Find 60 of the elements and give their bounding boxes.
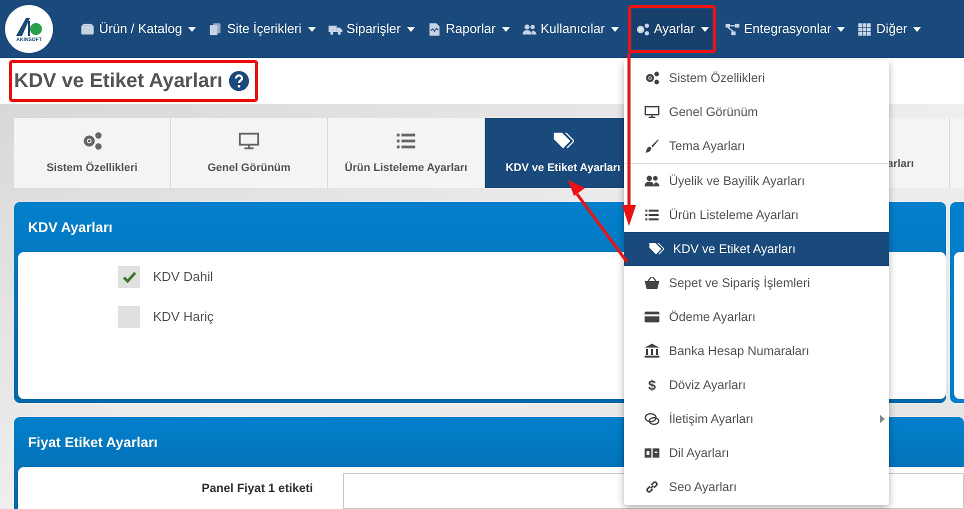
brush-icon xyxy=(644,138,660,154)
caret-icon xyxy=(188,26,196,32)
page-title: KDV ve Etiket Ayarları xyxy=(14,69,223,94)
caret-icon xyxy=(308,26,316,32)
panel-title: KDV Ayarları xyxy=(28,218,113,237)
menu-item[interactable]: Dil Ayarları xyxy=(624,436,889,470)
logo-mark-icon xyxy=(14,16,44,38)
nav-menu-item[interactable]: Kullanıcılar xyxy=(518,9,622,49)
panel-title: Fiyat Etiket Ayarları xyxy=(28,432,158,452)
checkbox[interactable] xyxy=(118,266,140,288)
menu-item[interactable]: KDV ve Etiket Ayarları xyxy=(624,232,889,266)
menu-item[interactable]: Ürün Listeleme Ayarları xyxy=(624,198,889,232)
option-label: KDV Dahil xyxy=(153,268,213,286)
nav-menu-item[interactable]: Ayarlar xyxy=(632,9,712,49)
field-label: Panel Fiyat 1 etiketi xyxy=(200,480,313,497)
users-icon xyxy=(644,173,660,189)
network-icon xyxy=(724,22,740,36)
documents-icon xyxy=(208,22,224,36)
caret-icon xyxy=(700,26,709,32)
menu-item[interactable]: İletişim Ayarları xyxy=(624,402,889,436)
bank-icon xyxy=(644,343,660,359)
option-label: KDV Hariç xyxy=(153,308,214,326)
settings-tab[interactable]: Sistem Özellikleri xyxy=(14,118,171,188)
checkbox[interactable] xyxy=(118,306,140,328)
menu-item[interactable]: Banka Hesap Numaraları xyxy=(624,334,889,368)
nav-menu-item[interactable]: Entegrasyonlar xyxy=(722,9,848,49)
link-icon xyxy=(644,479,660,495)
check-icon xyxy=(122,270,136,284)
report-icon xyxy=(426,22,442,36)
nav-menu-item[interactable]: Raporlar xyxy=(424,9,513,49)
box-icon xyxy=(80,22,95,36)
caret-icon xyxy=(406,26,415,32)
caret-icon xyxy=(837,26,846,32)
nav-menu-item[interactable]: Site İçerikleri xyxy=(205,9,319,49)
card-icon xyxy=(644,309,660,325)
nav-menu-item[interactable]: Ürün / Katalog xyxy=(77,9,200,49)
users-icon xyxy=(522,22,537,36)
menu-item[interactable]: Ödeme Ayarları xyxy=(624,300,889,334)
gears-icon xyxy=(634,22,650,36)
menu-item[interactable]: Sepet ve Sipariş İşlemleri xyxy=(624,266,889,300)
gears-icon xyxy=(644,70,660,86)
chat-icon xyxy=(644,411,660,427)
basket-icon xyxy=(644,275,660,291)
menu-item[interactable]: $ Döviz Ayarları xyxy=(624,368,889,402)
dollar-icon: $ xyxy=(644,374,660,396)
nav-menu-item[interactable]: Diğer xyxy=(854,9,924,49)
tags-icon xyxy=(648,241,664,257)
settings-tab[interactable]: Genel Görünüm xyxy=(171,118,328,188)
caret-icon xyxy=(502,26,510,32)
caret-icon xyxy=(610,26,619,32)
settings-tab[interactable]: Ürün Listeleme Ayarları xyxy=(328,118,485,188)
nav-menu-item[interactable]: Siparişler xyxy=(324,9,418,49)
caret-icon xyxy=(913,26,922,32)
grid-icon xyxy=(857,22,872,36)
monitor-icon xyxy=(644,104,660,120)
help-icon[interactable] xyxy=(228,71,249,91)
menu-item[interactable]: Sistem Özellikleri xyxy=(624,61,889,95)
menu-item[interactable]: Seo Ayarları xyxy=(624,470,889,504)
list-icon xyxy=(644,207,660,223)
gears-icon xyxy=(81,130,103,152)
